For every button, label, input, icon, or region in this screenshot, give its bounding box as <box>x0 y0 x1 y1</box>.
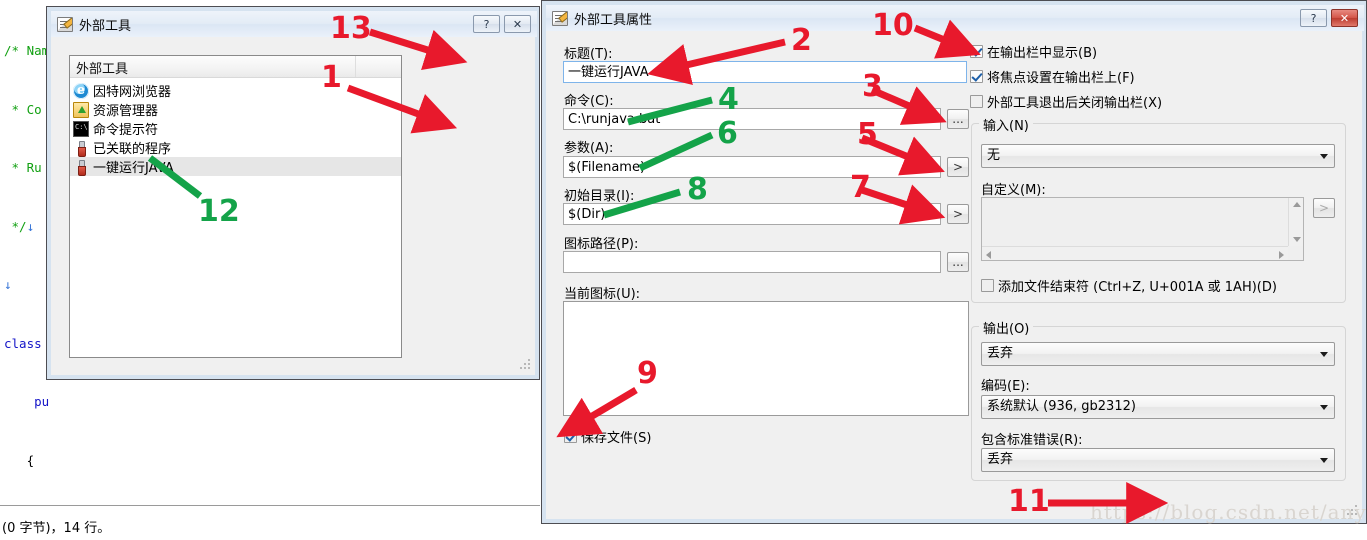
props-dialog-titlebar[interactable]: 外部工具属性 ? ✕ <box>546 5 1364 31</box>
vertical-scrollbar[interactable] <box>1288 198 1303 246</box>
horizontal-scrollbar[interactable] <box>982 246 1288 260</box>
command-field-label: 命令(C): <box>564 94 614 109</box>
list-item[interactable]: 命令提示符 <box>70 119 401 138</box>
checkbox-label: 添加文件结束符 (Ctrl+Z, U+001A 或 1AH)(D) <box>998 280 1277 295</box>
output-destination-value: 丢弃 <box>987 346 1014 361</box>
resize-grip[interactable] <box>519 359 531 371</box>
checkbox-box <box>981 279 994 292</box>
tools-listview[interactable]: 外部工具 因特网浏览器 资源管理器 命令提示符 已关联的程序 <box>69 55 402 358</box>
code-line: { <box>4 452 35 468</box>
close-icon[interactable]: ✕ <box>1331 9 1358 27</box>
output-destination-select[interactable]: 丢弃 <box>981 342 1335 366</box>
icon-path-label: 图标路径(P): <box>564 237 639 252</box>
stderr-label: 包含标准错误(R): <box>981 433 1083 448</box>
folder-explorer-icon <box>73 101 89 118</box>
checkbox-box <box>970 45 983 58</box>
tools-dialog-title: 外部工具 <box>79 18 132 34</box>
args-field-label: 参数(A): <box>564 141 614 156</box>
listview-column-name[interactable]: 外部工具 <box>70 56 357 77</box>
save-file-checkbox[interactable]: 保存文件(S) <box>564 427 651 446</box>
status-bar-text: (0 字节)，14 行。 <box>0 508 540 540</box>
checkbox-label: 在输出栏中显示(B) <box>987 46 1098 61</box>
scroll-up-icon[interactable] <box>1293 202 1301 207</box>
command-input[interactable]: C:\runjava.bat <box>563 108 941 130</box>
app-icon <box>552 10 568 26</box>
list-item-label: 资源管理器 <box>93 104 159 119</box>
args-insert-button[interactable]: > <box>947 157 969 177</box>
args-input[interactable]: $(Filename) <box>563 156 941 178</box>
custom-input-textarea[interactable] <box>981 197 1304 261</box>
encoding-label: 编码(E): <box>981 379 1030 394</box>
tools-dialog-titlebar[interactable]: 外部工具 ? ✕ <box>51 11 537 37</box>
dir-field-label: 初始目录(I): <box>564 189 635 204</box>
encoding-select[interactable]: 系统默认 (936, gb2312) <box>981 395 1335 419</box>
current-icon-preview[interactable] <box>563 301 969 416</box>
checkbox-box <box>970 70 983 83</box>
help-icon[interactable]: ? <box>473 15 500 33</box>
close-output-on-exit-checkbox[interactable]: 外部工具退出后关闭输出栏(X) <box>970 92 1162 111</box>
scroll-right-icon[interactable] <box>1279 251 1284 259</box>
checkbox-box <box>970 95 983 108</box>
stderr-select[interactable]: 丢弃 <box>981 448 1335 472</box>
external-tools-dialog: 外部工具 ? ✕ 外部工具 因特网浏览器 资源管理器 <box>46 6 540 380</box>
show-in-output-checkbox[interactable]: 在输出栏中显示(B) <box>970 42 1097 61</box>
current-icon-label: 当前图标(U): <box>564 287 641 302</box>
code-line: pu <box>4 394 50 409</box>
help-icon[interactable]: ? <box>1300 9 1327 27</box>
listview-body: 因特网浏览器 资源管理器 命令提示符 已关联的程序 一键运行JAVA <box>70 78 401 176</box>
icon-path-browse-button[interactable]: ... <box>947 252 969 272</box>
list-item[interactable]: 资源管理器 <box>70 100 401 119</box>
chevron-down-icon <box>1320 154 1328 159</box>
dir-insert-button[interactable]: > <box>947 204 969 224</box>
output-group-legend: 输出(O) <box>979 318 1034 337</box>
list-item-label: 因特网浏览器 <box>93 85 172 100</box>
command-browse-button[interactable]: ... <box>947 109 969 129</box>
title-field-label: 标题(T): <box>564 47 613 62</box>
listview-column-extra[interactable] <box>356 56 401 77</box>
tool-icon <box>73 159 89 176</box>
checkbox-label: 保存文件(S) <box>581 431 652 446</box>
chevron-down-icon <box>1320 405 1328 410</box>
scroll-left-icon[interactable] <box>986 251 991 259</box>
custom-input-label: 自定义(M): <box>981 183 1046 198</box>
list-item-label: 已关联的程序 <box>93 142 172 157</box>
input-group-legend: 输入(N) <box>979 115 1033 134</box>
focus-output-checkbox[interactable]: 将焦点设置在输出栏上(F) <box>970 67 1135 86</box>
stderr-value: 丢弃 <box>987 452 1014 467</box>
title-input[interactable]: 一键运行JAVA <box>563 61 967 83</box>
titlebar-buttons: ? ✕ <box>473 15 537 33</box>
titlebar-buttons: ? ✕ <box>1300 9 1364 27</box>
list-item-selected[interactable]: 一键运行JAVA <box>70 157 401 176</box>
chevron-down-icon <box>1320 458 1328 463</box>
checkbox-label: 外部工具退出后关闭输出栏(X) <box>987 96 1163 111</box>
props-dialog-title: 外部工具属性 <box>574 12 653 28</box>
dir-input[interactable]: $(Dir) <box>563 203 941 225</box>
icon-path-input[interactable] <box>563 251 941 273</box>
list-item-label: 命令提示符 <box>93 123 159 138</box>
list-item[interactable]: 已关联的程序 <box>70 138 401 157</box>
chevron-down-icon <box>1320 352 1328 357</box>
listview-header: 外部工具 <box>70 56 401 78</box>
scroll-down-icon[interactable] <box>1293 237 1301 242</box>
list-item[interactable]: 因特网浏览器 <box>70 81 401 100</box>
add-eof-checkbox[interactable]: 添加文件结束符 (Ctrl+Z, U+001A 或 1AH)(D) <box>981 276 1277 295</box>
screen-root: /* Nam * Co * Ru */↓ ↓ class pu { ⋮ } }↓… <box>0 0 1367 540</box>
app-icon <box>57 16 73 32</box>
list-item-label: 一键运行JAVA <box>93 161 174 176</box>
watermark-text: https://blog.csdn.net/anycoin <box>1090 500 1367 524</box>
command-prompt-icon <box>73 120 89 137</box>
tool-icon <box>73 140 89 157</box>
custom-input-insert-button: > <box>1313 198 1335 218</box>
internet-explorer-icon <box>73 82 89 99</box>
input-source-value: 无 <box>987 148 1001 163</box>
input-source-select[interactable]: 无 <box>981 144 1335 168</box>
encoding-value: 系统默认 (936, gb2312) <box>987 399 1136 414</box>
external-tool-properties-dialog: 外部工具属性 ? ✕ 标题(T): 一键运行JAVA 命令(C): C:\run… <box>541 0 1367 524</box>
status-separator <box>0 505 540 507</box>
checkbox-box <box>564 430 577 443</box>
close-icon[interactable]: ✕ <box>504 15 531 33</box>
checkbox-label: 将焦点设置在输出栏上(F) <box>987 71 1135 86</box>
